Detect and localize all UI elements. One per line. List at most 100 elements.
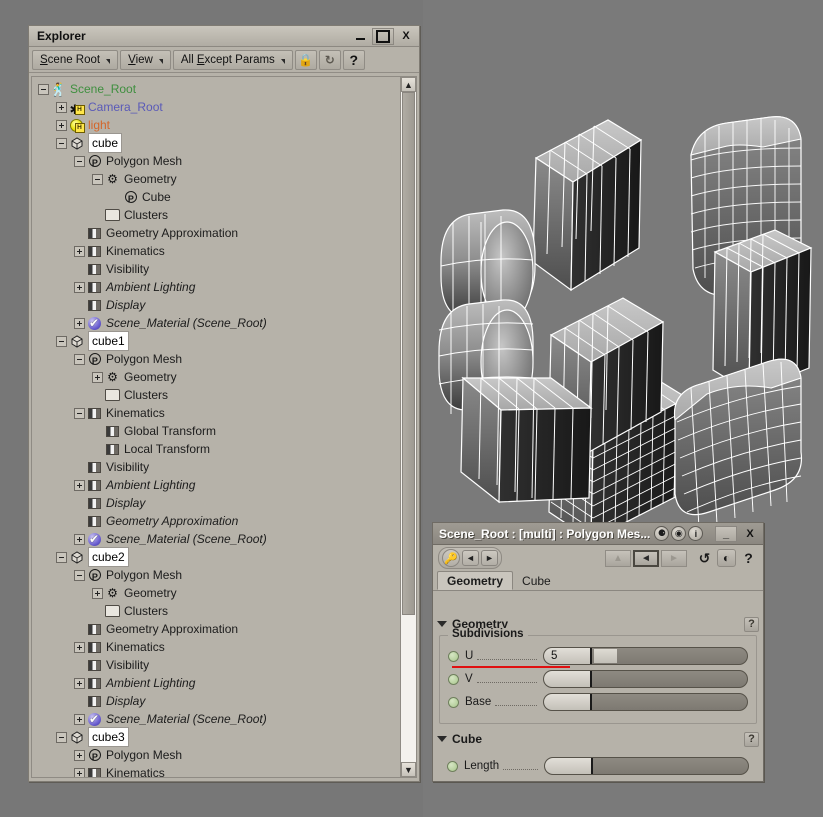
tree-item[interactable]: Visibility bbox=[32, 458, 400, 476]
viewport-object-cube-bottom-left[interactable] bbox=[460, 376, 593, 504]
tree-item[interactable]: cube2 bbox=[32, 547, 400, 567]
property-panel[interactable]: Scene_Root : [multi] : Polygon Mes... ⚈ … bbox=[432, 522, 764, 782]
lock-icon[interactable]: 🔒 bbox=[294, 49, 317, 70]
scope-dropdown-scene-root[interactable]: Scene Root bbox=[32, 49, 119, 70]
tree-expander-minus[interactable] bbox=[56, 137, 67, 149]
tree-expander-plus[interactable] bbox=[56, 119, 67, 131]
tree-item[interactable]: cube bbox=[32, 133, 400, 153]
tree-item[interactable]: Visibility bbox=[32, 260, 400, 278]
tree-expander-plus[interactable] bbox=[74, 317, 85, 329]
tree-item[interactable]: Polygon Mesh bbox=[32, 566, 400, 586]
nav-back-button[interactable]: ◄ bbox=[633, 549, 659, 567]
tab-geometry[interactable]: Geometry bbox=[437, 571, 514, 590]
param-slider-u[interactable]: 5 bbox=[543, 647, 748, 665]
pp-help-button[interactable]: ? bbox=[739, 549, 758, 567]
lock-icon[interactable]: ◐ bbox=[717, 549, 736, 567]
tree-expander-plus[interactable] bbox=[74, 767, 85, 777]
scrollbar-thumb[interactable] bbox=[402, 92, 415, 615]
minimize-button[interactable] bbox=[349, 28, 371, 45]
tree-item[interactable]: Global Transform bbox=[32, 422, 400, 440]
tree-item[interactable]: Scene_Material (Scene_Root) bbox=[32, 530, 400, 548]
prev-button[interactable]: ◄ bbox=[462, 550, 479, 566]
collapse-triangle-icon[interactable] bbox=[437, 736, 447, 742]
explorer-tree[interactable]: 🕺Scene_Root✱HCamera_RootHlightcubePolygo… bbox=[32, 77, 400, 777]
property-panel-titlebar[interactable]: Scene_Root : [multi] : Polygon Mes... ⚈ … bbox=[433, 523, 763, 545]
animation-marker-v[interactable] bbox=[448, 673, 459, 685]
animation-marker-length[interactable] bbox=[447, 760, 458, 772]
tree-item[interactable]: Cube bbox=[32, 188, 400, 208]
tree-item[interactable]: Display bbox=[32, 296, 400, 314]
info-icon[interactable]: i bbox=[688, 526, 704, 541]
param-slider-v[interactable] bbox=[543, 670, 748, 688]
tree-item[interactable]: Polygon Mesh bbox=[32, 152, 400, 172]
tree-item[interactable]: Local Transform bbox=[32, 440, 400, 458]
section-header-cube[interactable]: Cube? bbox=[437, 730, 759, 748]
tree-item[interactable]: ⚙ Geometry bbox=[32, 368, 400, 386]
animation-marker-u[interactable] bbox=[448, 650, 459, 662]
nav-up-button[interactable]: ▲ bbox=[605, 549, 631, 567]
tree-expander-minus[interactable] bbox=[56, 731, 67, 743]
filter-dropdown-all-except-params[interactable]: All Except Params bbox=[172, 49, 293, 70]
tree-item[interactable]: Kinematics bbox=[32, 242, 400, 260]
tree-expander-minus[interactable] bbox=[74, 155, 85, 167]
tree-expander-plus[interactable] bbox=[92, 587, 103, 599]
section-help-button[interactable]: ? bbox=[744, 616, 759, 632]
tree-item[interactable]: ⚙ Geometry bbox=[32, 584, 400, 602]
tree-item[interactable]: Polygon Mesh bbox=[32, 350, 400, 370]
tree-expander-plus[interactable] bbox=[74, 677, 85, 689]
scroll-up-button[interactable]: ▲ bbox=[401, 77, 416, 92]
scroll-down-button[interactable]: ▼ bbox=[401, 762, 416, 777]
tree-expander-plus[interactable] bbox=[74, 533, 85, 545]
section-help-button[interactable]: ? bbox=[744, 731, 759, 747]
view-dropdown[interactable]: View bbox=[120, 49, 171, 70]
tree-expander-minus[interactable] bbox=[74, 569, 85, 581]
tree-item[interactable]: Scene_Material (Scene_Root) bbox=[32, 314, 400, 332]
tree-item[interactable]: Kinematics bbox=[32, 764, 400, 777]
close-button[interactable]: X bbox=[395, 28, 417, 45]
tree-item[interactable]: Display bbox=[32, 692, 400, 710]
collapse-triangle-icon[interactable] bbox=[437, 621, 447, 627]
pp-close-button[interactable]: X bbox=[739, 526, 761, 542]
tree-scrollbar[interactable]: ▲ ▼ bbox=[400, 77, 416, 777]
tree-item[interactable]: Kinematics bbox=[32, 404, 400, 422]
tree-expander-plus[interactable] bbox=[74, 641, 85, 653]
scrollbar-track[interactable] bbox=[401, 92, 416, 762]
tree-item[interactable]: ✱HCamera_Root bbox=[32, 98, 400, 116]
key-icon[interactable]: 🔑 bbox=[442, 549, 460, 567]
tree-item[interactable]: ⚙ Geometry bbox=[32, 170, 400, 188]
tree-item[interactable]: Ambient Lighting bbox=[32, 278, 400, 296]
tree-item[interactable]: Geometry Approximation bbox=[32, 512, 400, 530]
tree-item[interactable]: Scene_Material (Scene_Root) bbox=[32, 710, 400, 728]
tree-expander-plus[interactable] bbox=[74, 479, 85, 491]
tree-item[interactable]: Geometry Approximation bbox=[32, 620, 400, 638]
tree-item[interactable]: Clusters bbox=[32, 386, 400, 404]
tree-item[interactable]: Clusters bbox=[32, 602, 400, 620]
tree-item[interactable]: Kinematics bbox=[32, 638, 400, 656]
param-value-u[interactable]: 5 bbox=[544, 648, 592, 664]
tree-expander-plus[interactable] bbox=[74, 245, 85, 257]
tree-item[interactable]: cube3 bbox=[32, 727, 400, 747]
tree-item[interactable]: Clusters bbox=[32, 206, 400, 224]
tree-item[interactable]: Hlight bbox=[32, 116, 400, 134]
explorer-window[interactable]: Explorer X Scene Root View All Except Pa… bbox=[28, 25, 420, 782]
tree-expander-minus[interactable] bbox=[92, 173, 103, 185]
tree-expander-plus[interactable] bbox=[74, 281, 85, 293]
next-button[interactable]: ► bbox=[481, 550, 498, 566]
param-value-v[interactable] bbox=[544, 671, 592, 687]
param-value-base[interactable] bbox=[544, 694, 592, 710]
tree-item[interactable]: Visibility bbox=[32, 656, 400, 674]
tree-item[interactable]: Polygon Mesh bbox=[32, 746, 400, 766]
help-button[interactable]: ? bbox=[342, 49, 365, 70]
tree-expander-minus[interactable] bbox=[74, 407, 85, 419]
tree-expander-plus[interactable] bbox=[74, 713, 85, 725]
tree-item[interactable]: Display bbox=[32, 494, 400, 512]
tree-expander-minus[interactable] bbox=[38, 83, 49, 95]
nav-forward-button[interactable]: ► bbox=[661, 549, 687, 567]
tree-expander-plus[interactable] bbox=[56, 101, 67, 113]
tree-item[interactable]: Ambient Lighting bbox=[32, 476, 400, 494]
param-value-length[interactable] bbox=[545, 758, 593, 774]
tree-expander-minus[interactable] bbox=[56, 335, 67, 347]
tree-expander-plus[interactable] bbox=[74, 749, 85, 761]
explorer-titlebar[interactable]: Explorer X bbox=[29, 26, 419, 47]
param-slider-length[interactable] bbox=[544, 757, 749, 775]
